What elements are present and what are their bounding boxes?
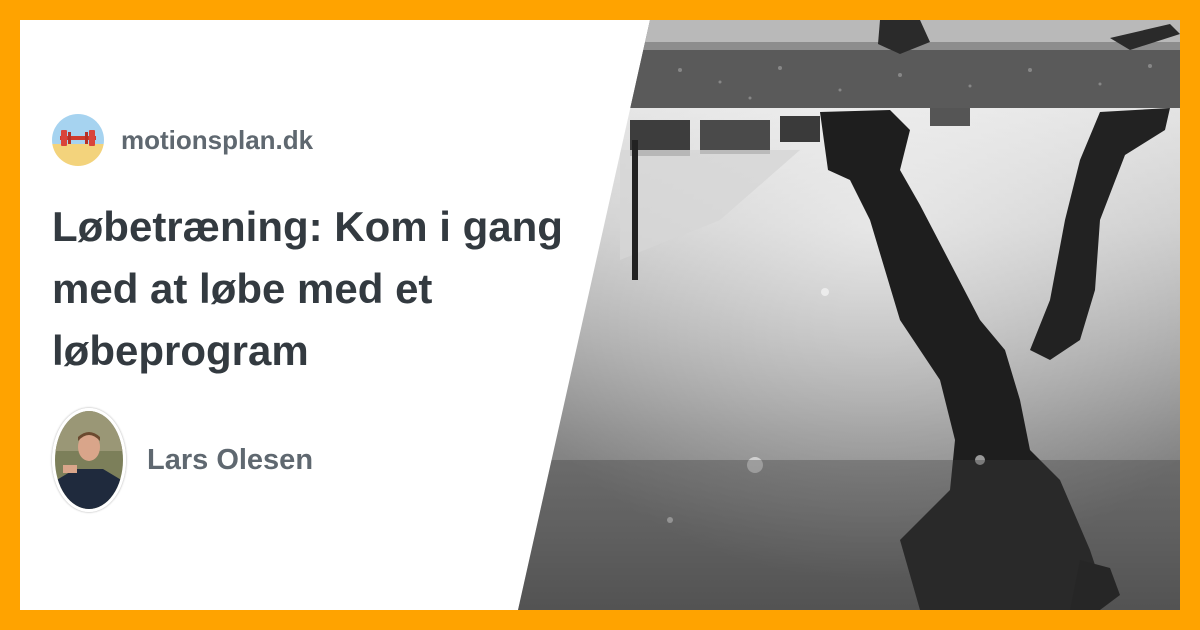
author-byline[interactable]: Lars Olesen [52, 408, 313, 512]
author-avatar [52, 408, 126, 512]
share-card: motionsplan.dk Løbetræning: Kom i gang m… [20, 20, 1180, 610]
site-name: motionsplan.dk [121, 124, 314, 155]
site-brand[interactable]: motionsplan.dk [52, 114, 313, 166]
author-name: Lars Olesen [147, 443, 314, 476]
article-title[interactable]: Løbetræning: Kom i gang med at løbe med … [52, 196, 572, 382]
dumbbell-beach-logo-icon [52, 114, 104, 166]
